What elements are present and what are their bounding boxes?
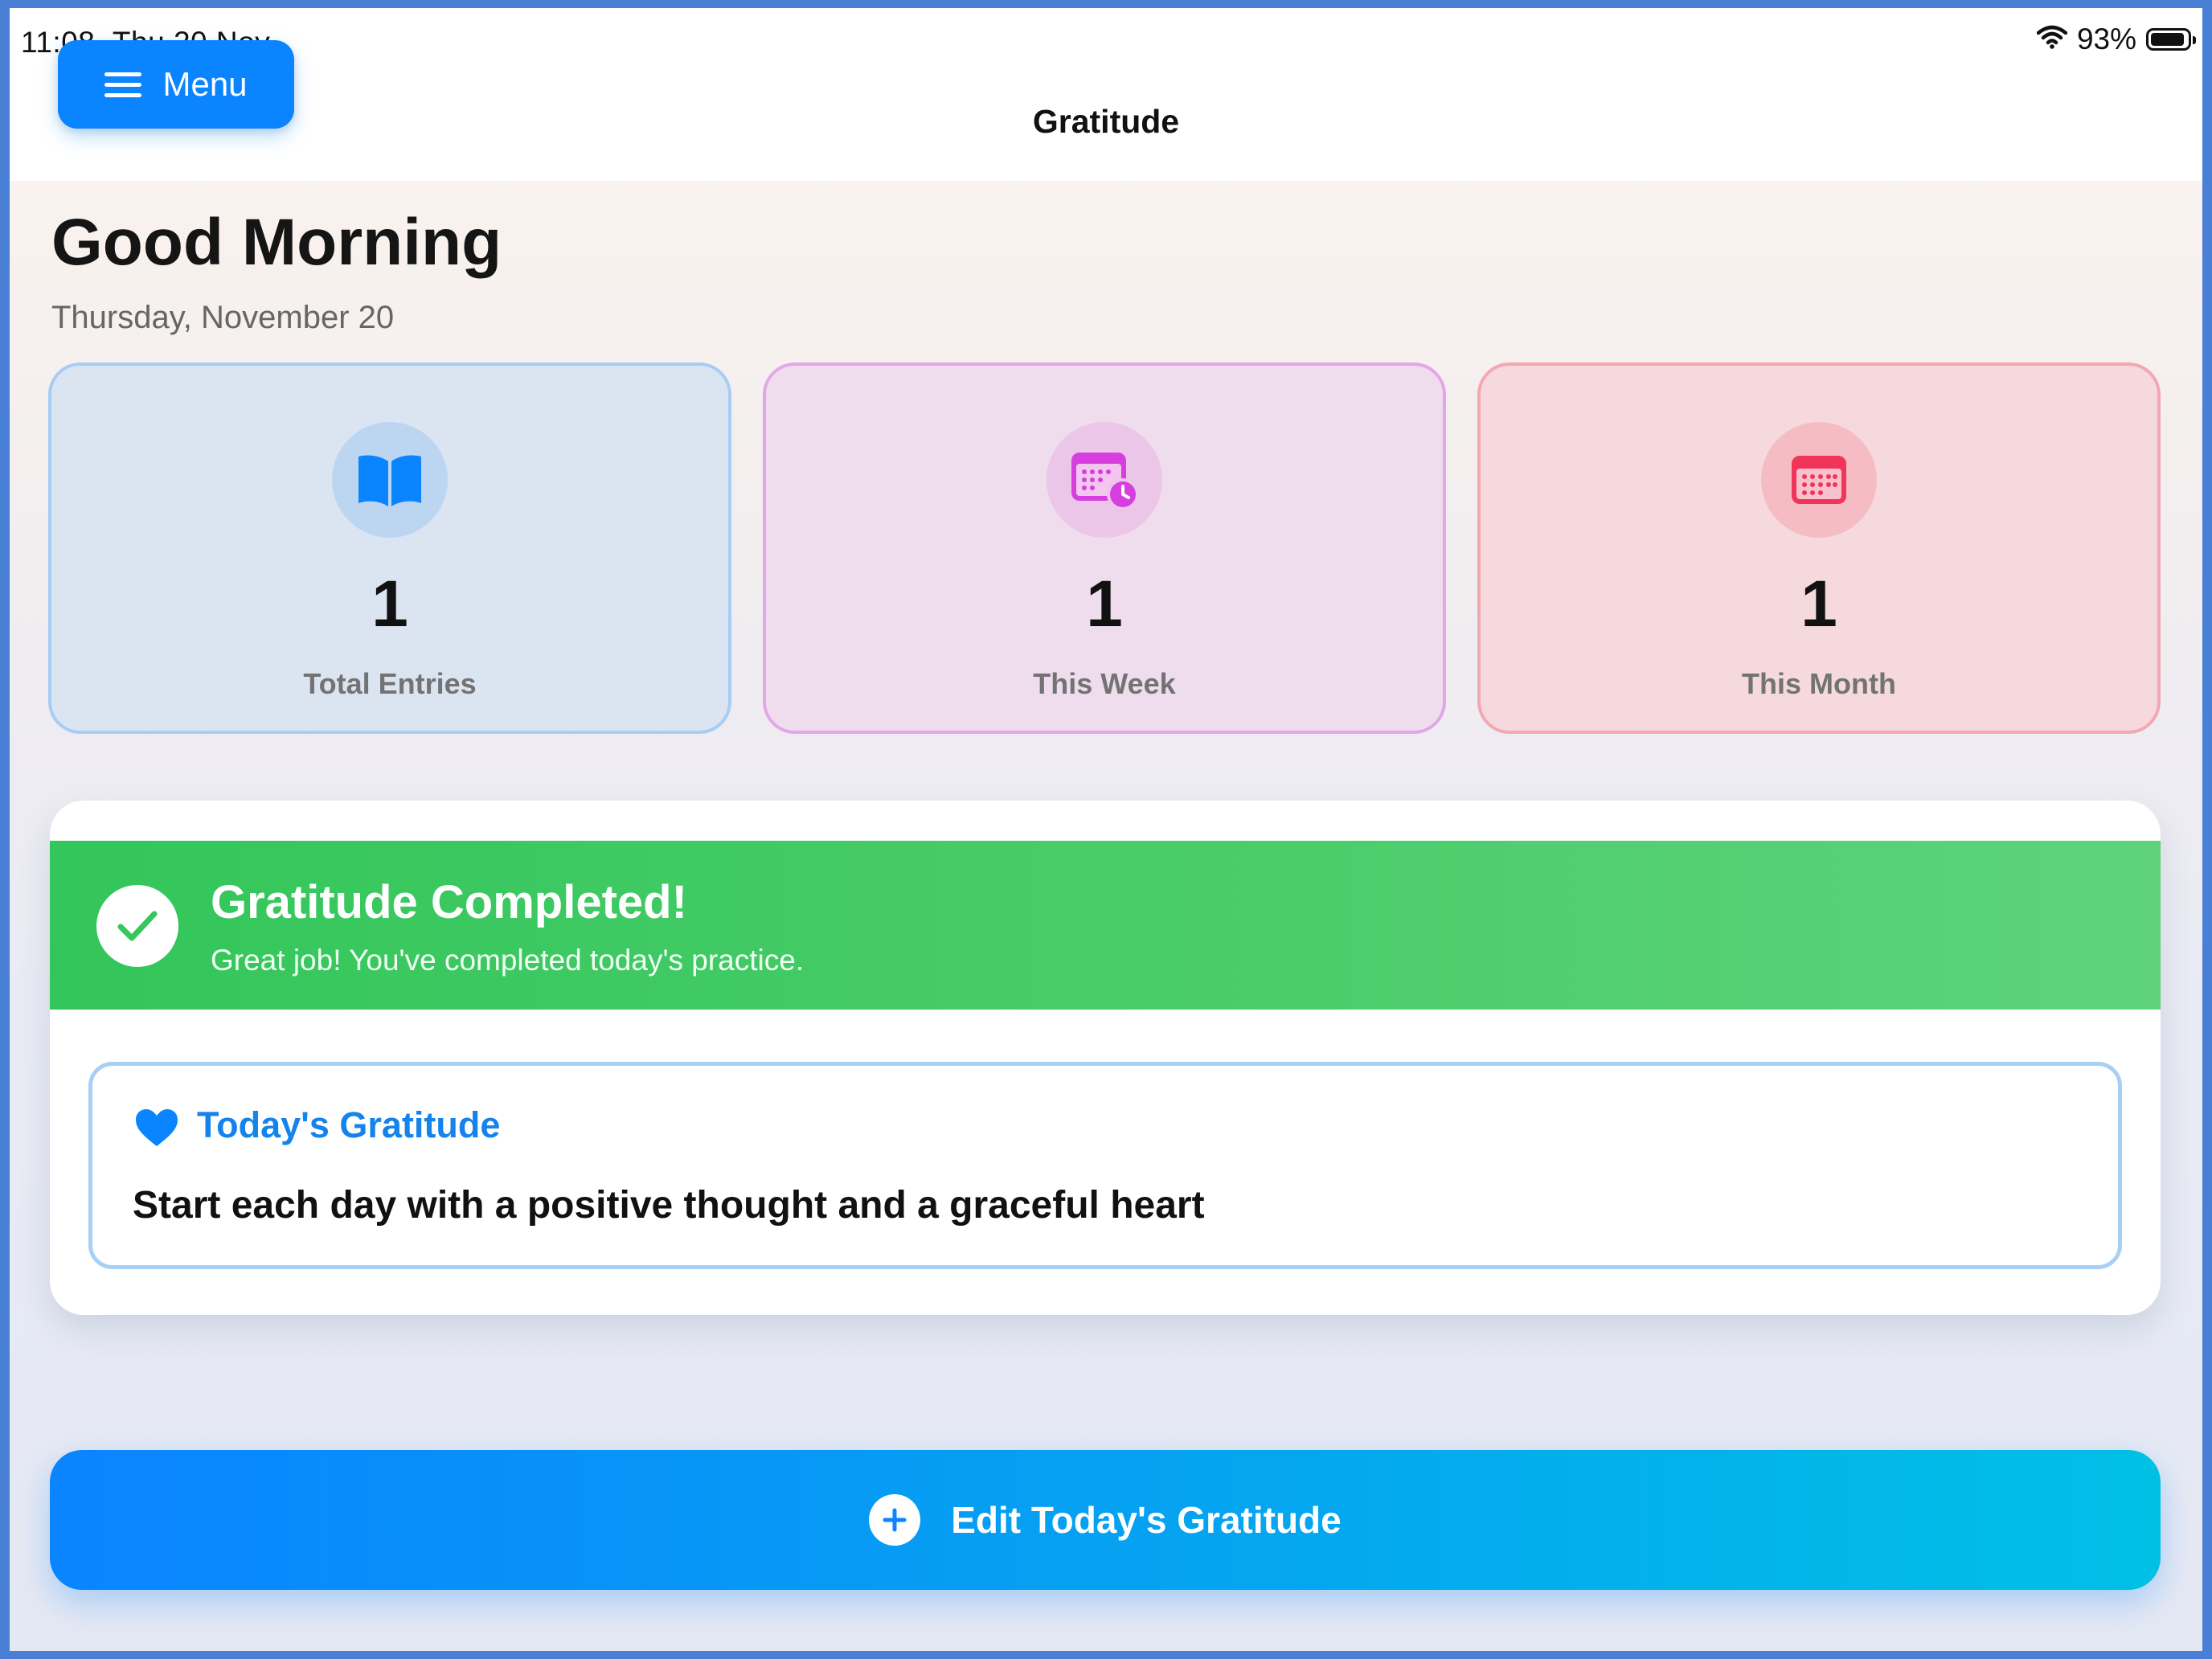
stat-value: 1 bbox=[371, 567, 408, 641]
stat-label: This Month bbox=[1742, 667, 1896, 700]
checkmark-icon bbox=[96, 885, 178, 967]
app-screen: 11:08 Thu 20 Nov 93% Menu Gratitude Good… bbox=[10, 8, 2202, 1651]
heart-icon bbox=[134, 1108, 179, 1152]
battery-percent: 93% bbox=[2076, 23, 2136, 55]
todays-gratitude-text: Start each day with a positive thought a… bbox=[133, 1184, 1205, 1227]
stat-value: 1 bbox=[1800, 567, 1837, 641]
todays-gratitude-title: Today's Gratitude bbox=[197, 1104, 501, 1145]
battery-level bbox=[2151, 33, 2184, 46]
calendar-icon bbox=[1761, 422, 1877, 538]
completion-banner: Gratitude Completed! Great job! You've c… bbox=[50, 841, 2161, 1010]
completion-title: Gratitude Completed! bbox=[211, 876, 687, 928]
edit-gratitude-button[interactable]: Edit Today's Gratitude bbox=[50, 1450, 2161, 1590]
nav-title: Gratitude bbox=[1032, 103, 1180, 140]
top-bar: 11:08 Thu 20 Nov 93% Menu Gratitude bbox=[10, 8, 2202, 181]
calendar-clock-icon bbox=[1047, 422, 1162, 538]
stat-label: This Week bbox=[1033, 667, 1176, 700]
wifi-icon bbox=[2036, 23, 2068, 56]
battery-icon bbox=[2146, 28, 2196, 51]
completion-subtitle: Great job! You've completed today's prac… bbox=[211, 944, 805, 977]
current-date: Thursday, November 20 bbox=[51, 300, 395, 335]
stats-row: 1 Total Entries 1 This Week 1 This Month bbox=[48, 363, 2161, 740]
todays-gratitude-box: Today's Gratitude Start each day with a … bbox=[88, 1062, 2122, 1269]
hamburger-icon bbox=[104, 72, 142, 97]
stat-card-this-month: 1 This Month bbox=[1477, 363, 2161, 734]
plus-circle-icon bbox=[869, 1494, 921, 1546]
greeting-title: Good Morning bbox=[51, 206, 502, 279]
menu-button-label: Menu bbox=[162, 65, 248, 103]
book-open-icon bbox=[332, 422, 448, 538]
stat-card-this-week: 1 This Week bbox=[763, 363, 1446, 734]
stat-card-total-entries: 1 Total Entries bbox=[48, 363, 731, 734]
edit-gratitude-label: Edit Today's Gratitude bbox=[951, 1499, 1342, 1541]
status-indicators: 93% bbox=[2036, 23, 2196, 56]
gratitude-card: Gratitude Completed! Great job! You've c… bbox=[50, 801, 2161, 1315]
stat-value: 1 bbox=[1086, 567, 1123, 641]
stat-label: Total Entries bbox=[303, 667, 477, 700]
